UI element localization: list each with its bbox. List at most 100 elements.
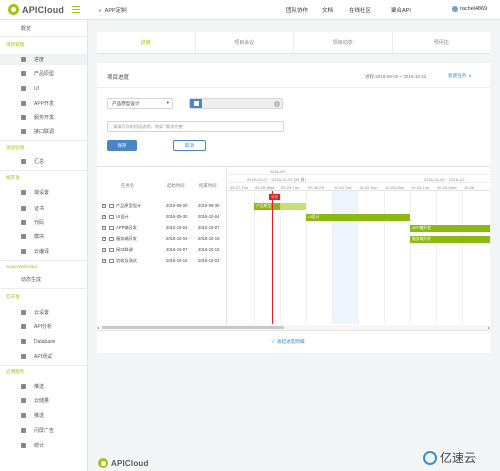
tab-activity[interactable]: 项目动态 [294,32,393,53]
divider [0,170,87,171]
user-menu[interactable]: rachel4869 [452,6,487,12]
sidebar-item-ui[interactable]: UI [0,83,87,94]
app-dev-icon [21,101,26,106]
task-start: 2016-10-04 [166,236,188,241]
nav-docs[interactable]: 文档 [322,6,333,14]
sidebar-item-overview[interactable]: 概览 [0,23,87,34]
folder-icon [109,204,114,208]
section-client-dev: 端开发 [6,175,20,180]
sidebar-item-push-2[interactable]: 推送 [0,410,87,421]
grid-line [280,191,281,324]
sidebar-item-database[interactable]: Database [0,336,87,347]
task-bar[interactable]: APP端开发 [410,225,490,232]
save-button[interactable]: 保存 [107,140,137,151]
clear-icon[interactable]: × [274,100,280,107]
progress-panel: 项目进度 进程 2016-09-20 ~ 2016-10-22 新建任务 ∧ 产品… [97,63,490,353]
expand-icon[interactable]: + [102,237,106,241]
grid-line [462,191,463,324]
sidebar-item-label: 统计 [34,443,45,449]
collapse-details-link[interactable]: ∨ 收起进度明细 [271,339,304,345]
stage-description-input[interactable]: 请填写你的阶段说明，例如 "需求完善" [107,121,284,132]
sidebar-item-cloud-storage[interactable]: 云储量 [0,395,87,406]
sidebar-item-cloud-build[interactable]: 云编译 [0,246,87,257]
cancel-button[interactable]: 取消 [173,140,206,151]
expand-icon[interactable]: + [102,215,106,219]
section-superwebview: SuperWebView [6,264,38,269]
expand-icon[interactable]: + [102,248,106,252]
sidebar-item-api-test[interactable]: API测试 [0,351,87,362]
sidebar-item-app-dev[interactable]: APP开发 [0,98,87,109]
sidebar-item-service-dev[interactable]: 服务开发 [0,112,87,123]
date-range-input[interactable]: × [189,98,283,109]
expand-icon[interactable]: + [102,259,106,263]
expand-icon[interactable]: + [102,204,106,208]
app-switcher[interactable]: ∨ APP定制 [98,6,127,14]
scroll-right-icon[interactable]: ▸ [488,325,490,330]
sidebar-item-statistics[interactable]: 统计 [0,440,87,451]
sidebar-item-integration[interactable]: 接口联调 [0,126,87,137]
task-bar[interactable]: UI设计 [306,214,410,221]
task-end: 2016-10-22 [198,258,220,263]
week-scale: 2016-09-27 ~ 2016-10-03 (39 周) 2016-10-0… [228,175,490,183]
splash-icon [21,428,26,433]
task-name: 接口联调 [116,247,133,252]
sidebar-item-certificate[interactable]: 证书 [0,203,87,214]
new-task-link[interactable]: 新建任务 ∧ [448,73,472,79]
task-bar[interactable]: 产品原型 [254,203,280,210]
sidebar-item-label: 推送 [34,413,45,419]
today-line [272,191,273,324]
sidebar-item-label: 接口联调 [34,129,55,135]
grid-line [332,191,333,324]
task-bar-remaining[interactable] [280,203,306,210]
sidebar-item-splash-ads[interactable]: 闪屏广告 [0,425,87,436]
day-label: 10-03,Mon [385,185,405,190]
integration-icon [21,129,26,134]
horizontal-scrollbar[interactable]: ◂ ▸ [97,325,490,330]
expand-icon[interactable]: + [102,226,106,230]
sidebar-item-progress[interactable]: 进度 [0,54,87,65]
timeline[interactable]: 2016-09 2016-09-27 ~ 2016-10-03 (39 周) 2… [228,167,490,324]
sidebar-item-label: 推送 [34,384,45,390]
apicloud-logo[interactable]: APICloud [8,4,64,15]
nav-api[interactable]: 聚合API [391,6,411,14]
caret-down-icon: ▾ [166,100,169,105]
section-cloud-dev: 云开发 [6,294,20,299]
tab-meetings[interactable]: 项目会议 [196,32,294,53]
top-bar: APICloud ∨ APP定制 团队协作 文档 在线社区 聚合API rache… [0,0,500,20]
sidebar-item-label: 云设置 [34,310,50,316]
scrollbar-thumb[interactable] [102,326,284,329]
table-row[interactable]: + APP端开发 2016-10-04 2016-10-07 [97,224,227,233]
sidebar-item-label: 服务开发 [34,115,55,121]
nav-team[interactable]: 团队协作 [286,6,308,14]
task-bar[interactable]: 服务端开发 [410,236,490,243]
table-row[interactable]: + UI设计 2016-09-30 2016-10-04 [97,213,227,222]
tab-progress[interactable]: 进度 [97,32,196,53]
sidebar-item-dynamic[interactable]: 动态生成 [0,274,87,285]
prototype-icon [21,71,26,76]
sidebar-item-prototype[interactable]: 产品原型 [0,68,87,79]
table-row[interactable]: + 接口联调 2016-10-07 2016-10-15 [97,246,227,255]
nav-community[interactable]: 在线社区 [349,6,371,14]
push-icon [21,413,26,418]
stage-select[interactable]: 产品原型设计 ▾ [107,98,173,109]
table-row[interactable]: + 验收及测试 2016-10-15 2016-10-22 [97,257,227,266]
task-end: 2016-10-15 [198,247,220,252]
sidebar-item-code[interactable]: 代码 [0,217,87,228]
footer-logo: APICloud [98,458,149,468]
sidebar-item-modules[interactable]: 模块 [0,231,87,242]
table-row[interactable]: + 服务端开发 2016-10-04 2016-10-15 [97,235,227,244]
sidebar-item-label: 动态生成 [21,277,42,283]
sidebar-item-client-settings[interactable]: 端设置 [0,187,87,198]
task-name: 验收及测试 [116,258,137,263]
sidebar-item-push[interactable]: 推送 [0,381,87,392]
stage-select-value: 产品原型设计 [112,100,140,106]
tab-estimate[interactable]: 预评估 [393,32,491,53]
sidebar-item-cloud-settings[interactable]: 云设置 [0,307,87,318]
task-name: 服务端开发 [116,236,137,241]
calendar-icon[interactable] [190,99,202,108]
table-row[interactable]: + 产品原型设计 2016-09-20 2016-09-30 [97,202,227,211]
sidebar-item-api-analysis[interactable]: API分析 [0,321,87,332]
sidebar-item-summary[interactable]: 汇总 [0,156,87,167]
menu-toggle-icon[interactable] [72,6,80,13]
scroll-left-icon[interactable]: ◂ [97,325,99,330]
